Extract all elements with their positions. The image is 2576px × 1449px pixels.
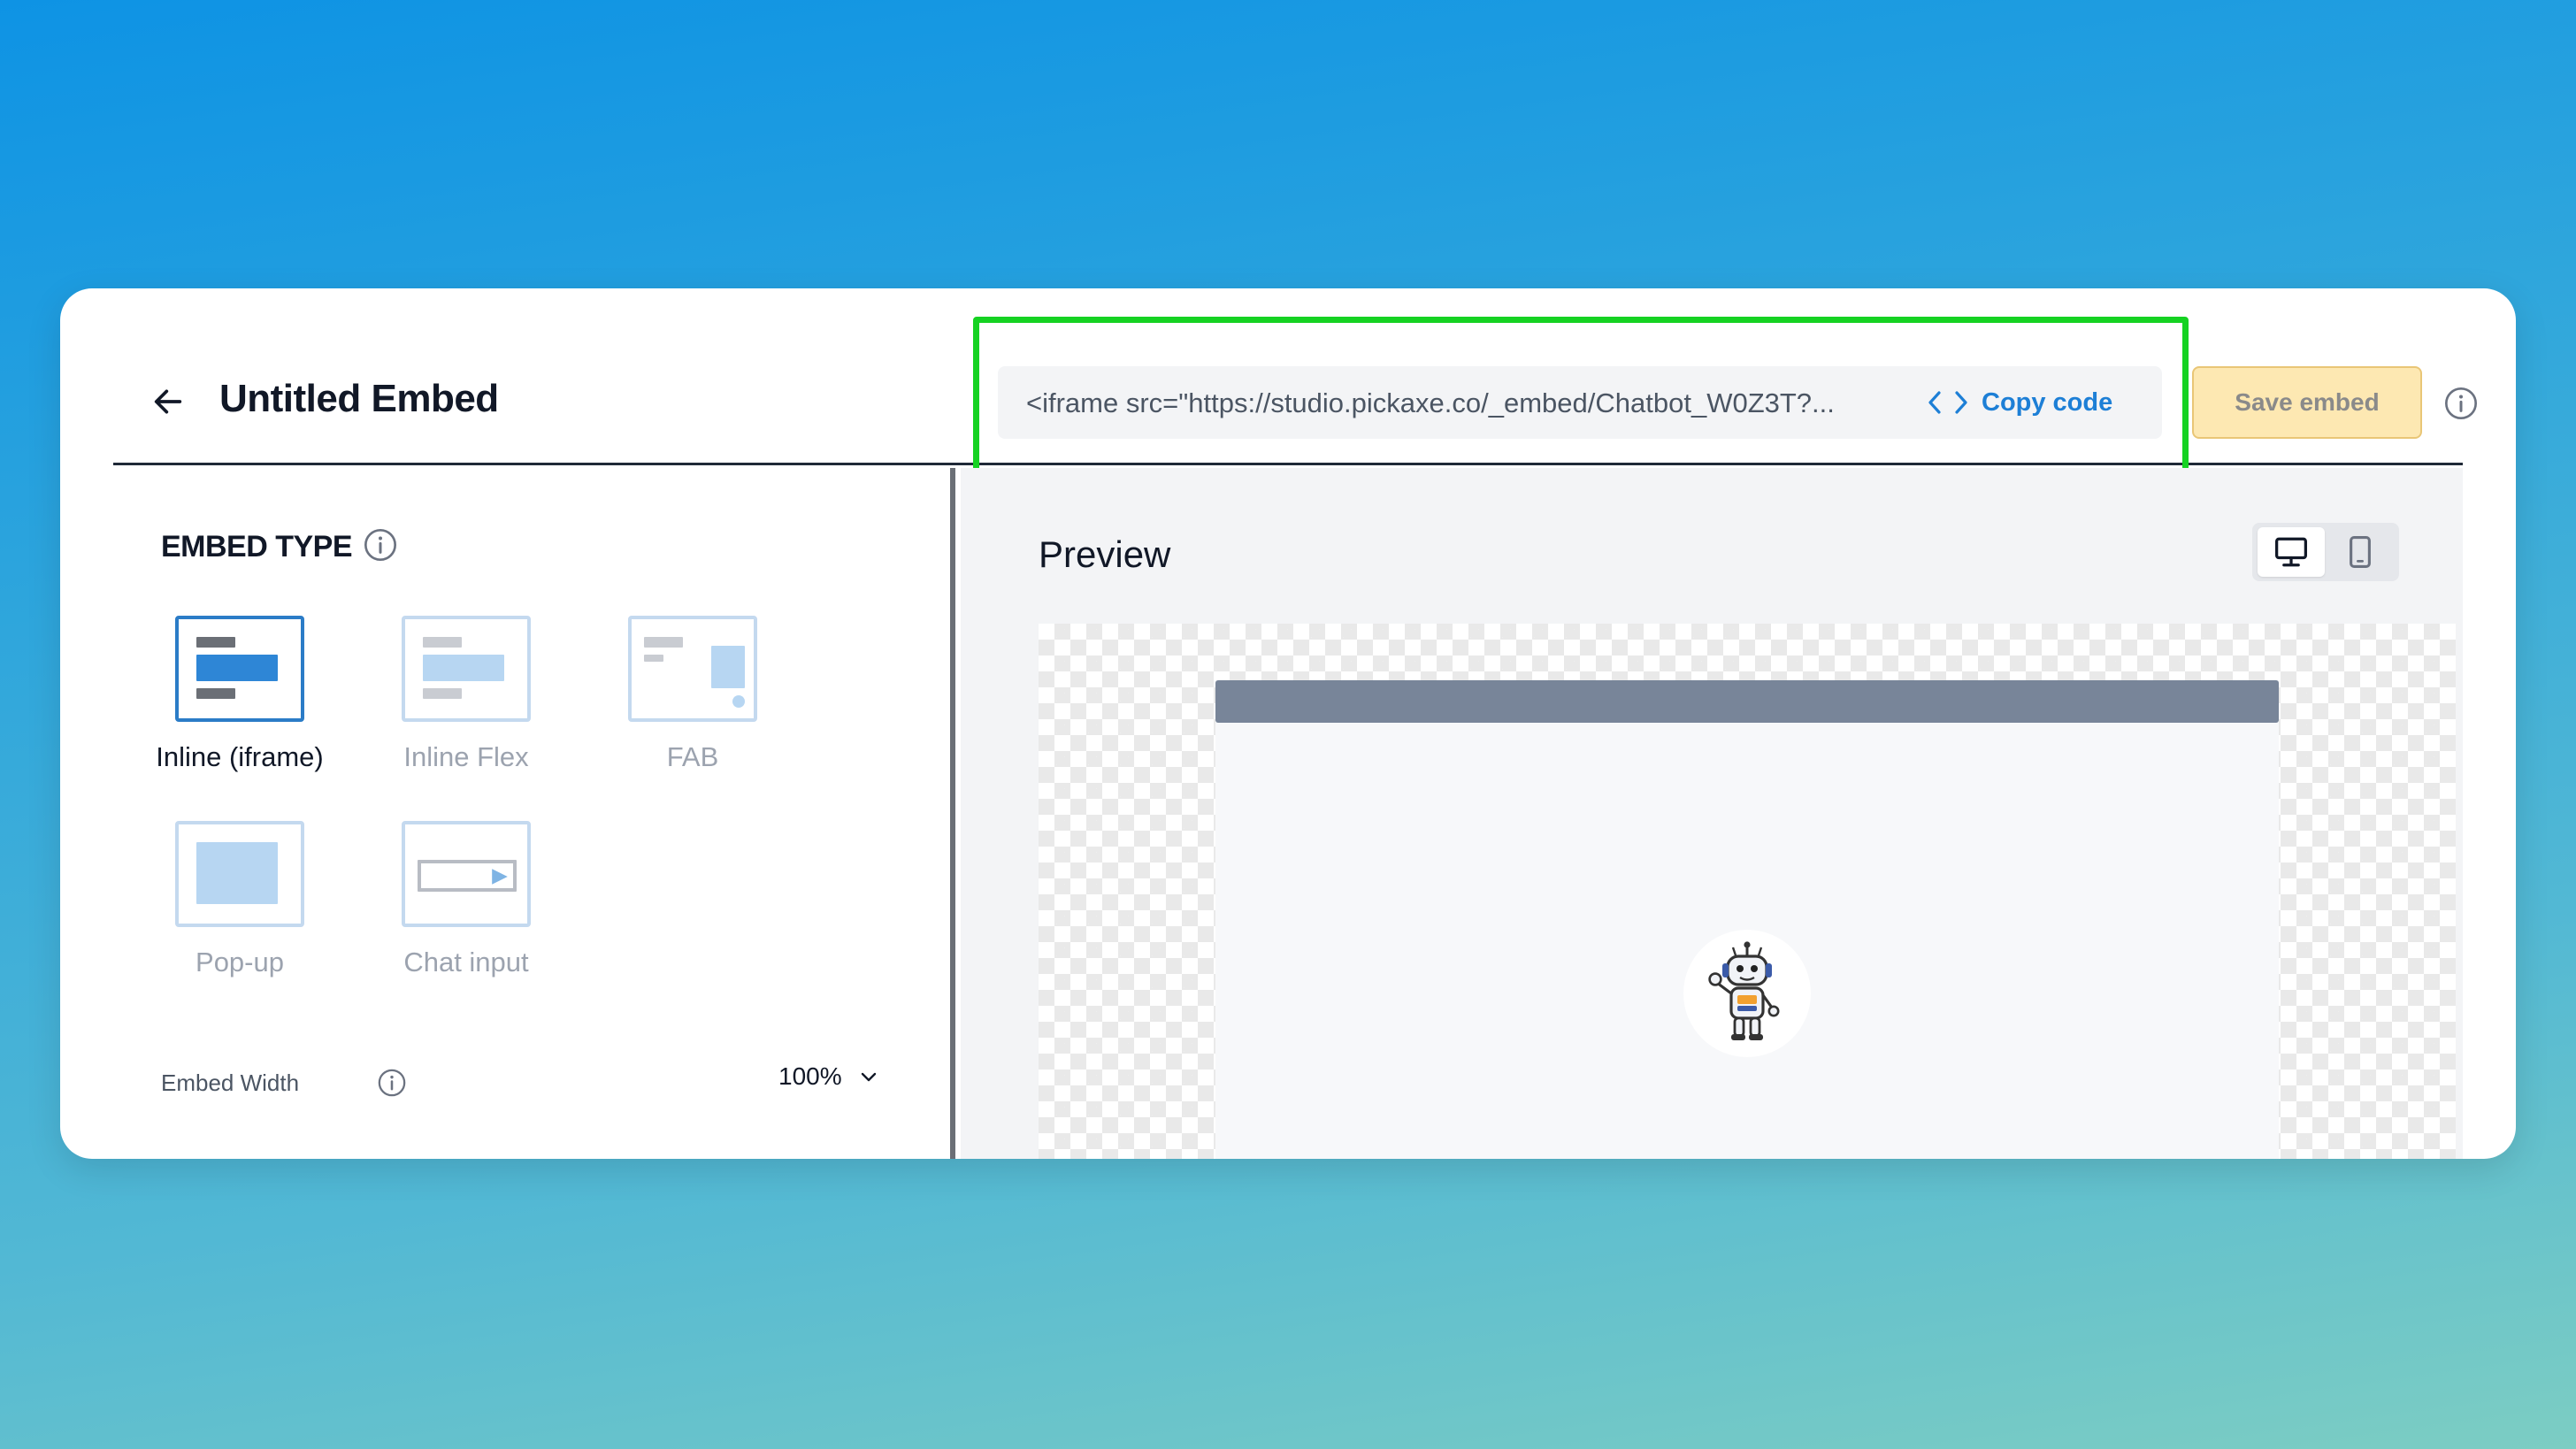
embed-type-thumbnail [402,821,531,927]
page-title: Untitled Embed [219,377,499,420]
embed-width-select[interactable]: 100% [778,1062,879,1091]
mobile-view-button[interactable] [2327,527,2394,577]
info-icon[interactable] [363,527,398,563]
chatbot-avatar [1683,930,1811,1057]
embed-width-label: Embed Width [161,1070,300,1096]
embed-type-heading: EMBED TYPE [161,530,353,564]
embed-type-chat-input[interactable]: Chat input [382,821,541,998]
desktop-icon [2275,537,2307,567]
embed-settings-panel: EMBED TYPE Inline (iframe) Inline Flex FAB… [113,468,955,1159]
embed-width-value: 100% [778,1062,842,1090]
chevron-down-icon [861,1072,876,1082]
embed-type-label: FAB [666,741,719,772]
info-icon[interactable] [377,1068,407,1098]
preview-canvas [1039,624,2456,1159]
embed-type-label: Pop-up [196,947,284,978]
arrow-left-icon[interactable] [150,384,186,419]
embed-type-popup[interactable]: Pop-up [156,821,315,998]
embed-type-thumbnail [628,616,757,722]
embed-type-thumbnail [175,616,304,722]
info-icon[interactable] [2443,386,2479,421]
panel-divider [950,468,955,1159]
save-embed-button[interactable]: Save embed [2192,366,2422,439]
embed-preview-frame [1215,680,2279,1159]
embed-type-label: Chat input [403,947,529,978]
device-toggle [2252,523,2399,581]
desktop-view-button[interactable] [2258,527,2325,577]
embed-type-inline-iframe[interactable]: Inline (iframe) [156,616,324,793]
embed-type-label: Inline (iframe) [156,741,324,772]
robot-icon [1708,941,1780,1040]
mobile-icon [2350,536,2371,568]
embed-type-label: Inline Flex [403,741,529,772]
embed-type-thumbnail [175,821,304,927]
embed-type-fab[interactable]: FAB [609,616,768,793]
preview-title: Preview [1039,533,1171,575]
preview-panel: Preview [961,468,2463,1159]
embed-editor-card: Untitled Embed <iframe src="https://stud… [60,288,2516,1159]
embed-preview-header [1215,680,2279,723]
embed-type-inline-flex[interactable]: Inline Flex [382,616,541,793]
embed-type-thumbnail [402,616,531,722]
